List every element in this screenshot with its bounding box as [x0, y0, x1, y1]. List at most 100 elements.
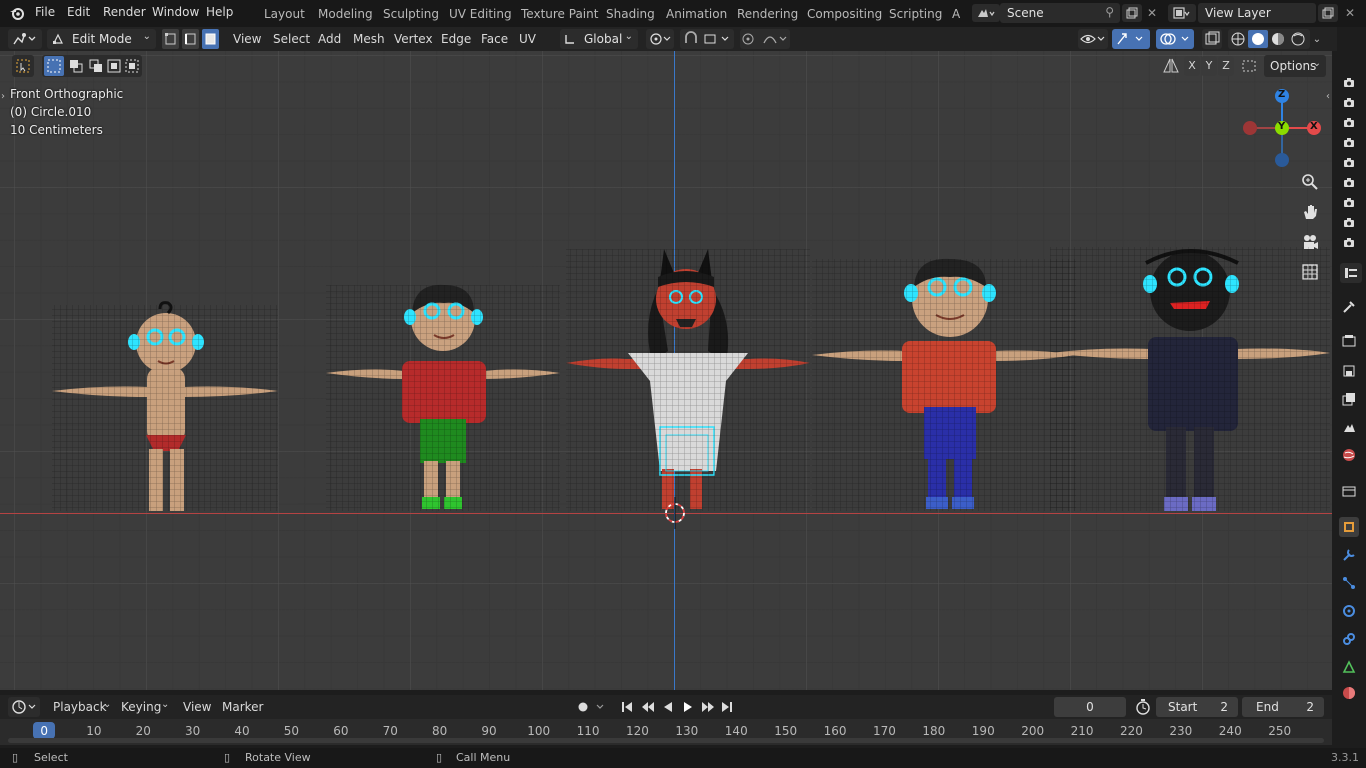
overlays-toggle[interactable] — [1156, 29, 1194, 49]
physics-properties-icon[interactable] — [1341, 603, 1357, 619]
object-properties-icon[interactable] — [1339, 517, 1359, 537]
view-layer-properties-icon[interactable] — [1341, 391, 1357, 407]
editor-type-icon — [10, 31, 40, 47]
scene-properties-icon[interactable] — [1341, 419, 1357, 435]
tab-modeling[interactable]: Modeling — [318, 7, 373, 21]
face-select-button[interactable] — [202, 29, 219, 49]
gizmo-toggle[interactable] — [1112, 29, 1150, 49]
constraints-properties-icon[interactable] — [1341, 631, 1357, 647]
render-properties-icon[interactable] — [1341, 333, 1357, 349]
timeline-menu-playback[interactable]: Playback — [53, 700, 107, 714]
ruler-tick-label: 180 — [922, 724, 946, 738]
menu-view[interactable]: View — [233, 32, 261, 46]
end-frame-field[interactable]: End 2 — [1242, 697, 1324, 717]
timeline-menu-marker[interactable]: Marker — [222, 700, 263, 714]
scene-selector-icon[interactable] — [972, 4, 1000, 22]
timeline-menu-keying[interactable]: Keying — [121, 700, 161, 714]
timeline-scrollbar[interactable] — [8, 738, 1324, 743]
camera-icon[interactable] — [1341, 235, 1357, 251]
delete-scene-icon[interactable]: ✕ — [1144, 4, 1160, 22]
tab-rendering[interactable]: Rendering — [737, 7, 798, 21]
current-frame-field[interactable]: 0 — [1054, 697, 1126, 717]
menu-edit[interactable]: Edit — [67, 5, 90, 19]
tab-layout[interactable]: Layout — [264, 7, 305, 21]
shading-mode-buttons[interactable] — [1228, 29, 1310, 49]
ruler-tick-label: 100 — [527, 724, 551, 738]
tab-more[interactable]: A — [952, 7, 960, 21]
proportional-editing-dropdown[interactable] — [740, 29, 790, 49]
edge-select-button[interactable] — [182, 29, 199, 49]
menu-mesh[interactable]: Mesh — [353, 32, 385, 46]
ruler-tick-label: 40 — [234, 724, 250, 738]
mouse-left-icon: ▯ — [12, 751, 19, 764]
preview-range-stopwatch-icon[interactable] — [1134, 697, 1152, 717]
menu-render[interactable]: Render — [103, 5, 146, 19]
status-rotate-view: Rotate View — [245, 751, 311, 764]
tab-uv-editing[interactable]: UV Editing — [449, 7, 512, 21]
menu-add[interactable]: Add — [318, 32, 341, 46]
menu-window[interactable]: Window — [152, 5, 199, 19]
output-properties-icon[interactable] — [1341, 363, 1357, 379]
camera-icon[interactable] — [1341, 215, 1357, 231]
mode-dropdown[interactable]: Edit Mode ⌄ — [47, 29, 156, 49]
menu-help[interactable]: Help — [206, 5, 233, 19]
ruler-tick-label: 30 — [185, 724, 201, 738]
menu-uv[interactable]: UV — [519, 32, 536, 46]
pin-icon[interactable]: ⚲ — [1105, 5, 1114, 19]
snap-dropdown[interactable] — [680, 29, 734, 49]
timeline-ruler[interactable]: 0 10 20 30 40 50 60 70 80 90 100 110 120 130 140 150 160… — [0, 719, 1332, 745]
timeline-editor-type-dropdown[interactable] — [8, 697, 40, 717]
new-scene-icon[interactable] — [1122, 4, 1142, 22]
3d-viewport[interactable]: X Y Z Options ⌄ › Front Orthographic (0)… — [0, 51, 1332, 690]
material-properties-icon[interactable] — [1341, 685, 1357, 701]
new-view-layer-icon[interactable] — [1318, 4, 1338, 22]
camera-icon[interactable] — [1341, 175, 1357, 191]
camera-icon[interactable] — [1341, 195, 1357, 211]
xray-toggle[interactable] — [1202, 29, 1222, 49]
editor-type-dropdown[interactable] — [8, 29, 42, 49]
collapse-arrow-icon[interactable]: ‹ — [1326, 91, 1330, 102]
visibility-dropdown[interactable] — [1078, 29, 1108, 49]
tab-sculpting[interactable]: Sculpting — [383, 7, 439, 21]
ruler-tick-label: 60 — [333, 724, 349, 738]
blender-logo-icon[interactable] — [8, 5, 26, 21]
camera-icon[interactable] — [1341, 95, 1357, 111]
tab-shading[interactable]: Shading — [606, 7, 655, 21]
camera-icon[interactable] — [1341, 115, 1357, 131]
menu-file[interactable]: File — [35, 5, 55, 19]
collection-properties-icon[interactable] — [1341, 483, 1357, 499]
data-properties-icon[interactable] — [1341, 659, 1357, 675]
end-value: 2 — [1306, 700, 1314, 714]
view-layer-selector-icon[interactable] — [1168, 4, 1196, 22]
playback-controls[interactable] — [618, 697, 738, 717]
tool-properties-icon[interactable] — [1341, 299, 1357, 315]
menu-face[interactable]: Face — [481, 32, 508, 46]
chevron-down-icon[interactable]: ⌄ — [1310, 31, 1324, 47]
pivot-point-dropdown[interactable] — [646, 29, 674, 49]
camera-icon[interactable] — [1341, 135, 1357, 151]
camera-icon[interactable] — [1341, 155, 1357, 171]
tab-compositing[interactable]: Compositing — [807, 7, 882, 21]
particles-properties-icon[interactable] — [1341, 575, 1357, 591]
menu-edge[interactable]: Edge — [441, 32, 471, 46]
properties-editor-icon[interactable] — [1340, 263, 1362, 283]
modifier-properties-icon[interactable] — [1341, 547, 1357, 563]
scene-field[interactable]: Scene ⚲ — [1000, 3, 1120, 23]
camera-icon[interactable] — [1341, 75, 1357, 91]
delete-view-layer-icon[interactable]: ✕ — [1342, 4, 1358, 22]
timeline-menu-view[interactable]: View — [183, 700, 211, 714]
tab-scripting[interactable]: Scripting — [889, 7, 942, 21]
vertex-select-button[interactable] — [162, 29, 179, 49]
tab-texture-paint[interactable]: Texture Paint — [521, 7, 598, 21]
start-frame-field[interactable]: Start 2 — [1156, 697, 1238, 717]
menu-vertex[interactable]: Vertex — [394, 32, 433, 46]
ruler-tick-label: 20 — [135, 724, 151, 738]
view-layer-field[interactable]: View Layer — [1198, 3, 1316, 23]
transform-orientation-dropdown[interactable]: Global ⌄ — [560, 29, 638, 49]
tab-animation[interactable]: Animation — [666, 7, 727, 21]
auto-keying-toggle[interactable] — [572, 697, 610, 717]
menu-select[interactable]: Select — [273, 32, 310, 46]
ruler-tick-label: 140 — [724, 724, 748, 738]
mouse-right-icon: ▯ — [436, 751, 443, 764]
world-properties-icon[interactable] — [1341, 447, 1357, 463]
